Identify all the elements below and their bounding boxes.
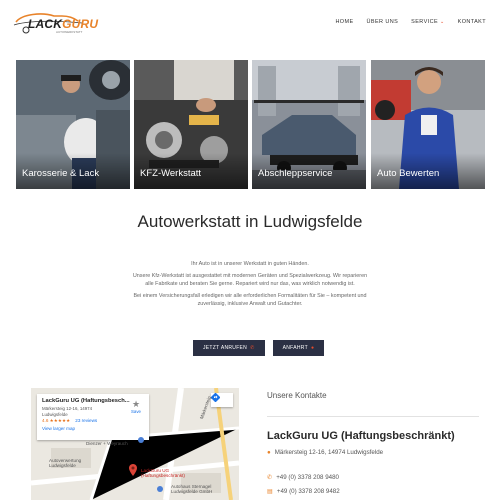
map-label-business: LackGuru UG (Haftungsbeschränkt) [141,468,185,478]
directions-label: ANFAHRT [282,345,308,351]
service-tiles: Karosserie & Lack KFZ-Werkstatt Abschlep… [16,60,486,189]
contact-heading: Unsere Kontakte [267,391,327,400]
map-info-card: LackGuru UG (Haftungsbesch... Märkerstei… [37,394,149,440]
map-save-label: Save [130,409,141,414]
star-icon: ★ [131,399,141,409]
map-card-rating: 4.6 ★★★★★ 23 reviews [42,418,144,424]
directions-button[interactable]: ANFAHRT ● [272,340,325,356]
google-map[interactable]: LackGuru UG (Haftungsbesch... Märkerstei… [31,388,239,500]
map-label-dienzer: Dienzer + Weyrauch [86,441,128,446]
nav-service-label: SERVICE [411,19,439,25]
nav-home[interactable]: HOME [335,19,353,25]
tile-bewerten[interactable]: Auto Bewerten [371,60,485,189]
contact-phone[interactable]: ✆ +49 (0) 3378 208 9480 [267,474,339,481]
contact-address: ● Märkersteig 12-16, 14974 Ludwigsfelde [267,449,383,456]
logo-lack: LACK [28,17,63,31]
call-now-label: JETZT ANRUFEN [203,345,248,351]
poi-icon-2 [138,437,144,443]
reviews-link[interactable]: 23 reviews [75,418,97,423]
page-title: Autowerkstatt in Ludwigsfelde [137,212,363,231]
fax-icon: ▤ [267,488,273,495]
tile-karosserie[interactable]: Karosserie & Lack [16,60,130,189]
map-label-autohaus: Autohaus Sternagel Ludwigsfelde GmbH [171,484,213,494]
logo[interactable]: LACKGURU AUTOWERKSTATT [12,10,98,36]
view-larger-map-link[interactable]: View larger map [42,426,144,431]
phone-icon: ✆ [250,345,255,351]
poi-icon [157,486,163,492]
site-header: LACKGURU AUTOWERKSTATT HOME ÜBER UNS SER… [0,0,500,46]
intro-line-3: Bei einem Versicherungsfall erledigen wi… [133,293,367,307]
intro-text: Ihr Auto ist in unserer Werkstatt in gut… [130,260,370,312]
map-label-autoverwertung: Autoverwertung Ludwigsfelde [49,458,82,468]
phone-icon: ✆ [267,474,273,481]
contact-divider [267,416,479,417]
logo-guru: GURU [62,17,99,31]
location-pin-icon: ● [267,449,271,456]
call-now-button[interactable]: JETZT ANRUFEN ✆ [193,340,265,356]
intro-line-2: Unsere Kfz-Werkstatt ist ausgestattet mi… [132,273,368,287]
directions-icon [211,393,220,402]
tile-abschlepp-label: Abschleppservice [258,168,333,179]
map-save-button[interactable]: ★ Save [129,399,143,415]
rating-stars-icon: ★★★★★ [49,418,71,424]
tile-abschlepp[interactable]: Abschleppservice [252,60,366,189]
contact-fax: ▤ +49 (0) 3378 208 9482 [267,488,340,495]
contact-phone-text: +49 (0) 3378 208 9480 [276,474,339,481]
rating-value: 4.6 [42,418,49,424]
contact-fax-text: +49 (0) 3378 208 9482 [276,488,340,495]
map-card-address: Märkersteig 12-16, 14974 Ludwigsfelde [42,406,93,417]
tile-kfz-label: KFZ-Werkstatt [140,168,202,179]
map-pin-icon[interactable] [129,464,137,476]
nav-about[interactable]: ÜBER UNS [367,19,399,25]
chevron-down-icon: ⌄ [440,19,445,25]
map-directions-button[interactable] [211,393,233,407]
tile-kfz[interactable]: KFZ-Werkstatt [134,60,248,189]
cta-row: JETZT ANRUFEN ✆ ANFAHRT ● [193,340,325,356]
location-pin-icon: ● [310,345,315,351]
intro-line-1: Ihr Auto ist in unserer Werkstatt in gut… [191,261,309,267]
tile-bewerten-label: Auto Bewerten [377,168,440,179]
nav-contact[interactable]: KONTAKT [458,19,486,25]
main-nav: HOME ÜBER UNS SERVICE ⌄ KONTAKT [335,19,486,25]
tile-karosserie-label: Karosserie & Lack [22,168,100,179]
nav-service[interactable]: SERVICE ⌄ [411,19,444,25]
logo-tagline: AUTOWERKSTATT [56,30,83,34]
contact-address-text: Märkersteig 12-16, 14974 Ludwigsfelde [274,449,384,456]
company-name: LackGuru UG (Haftungsbeschränkt) [267,430,455,442]
